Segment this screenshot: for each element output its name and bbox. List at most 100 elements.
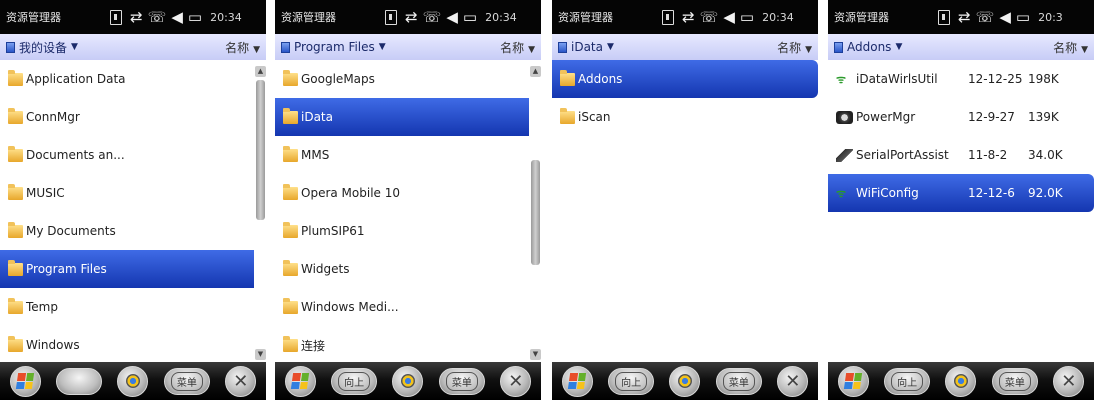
sort-menu[interactable]: 名称 ▼ (777, 39, 812, 56)
close-button[interactable]: ✕ (500, 365, 532, 397)
list-item[interactable]: MUSIC (0, 174, 266, 212)
current-folder[interactable]: Addons (847, 40, 891, 54)
current-folder[interactable]: Program Files (294, 40, 375, 54)
list-item[interactable]: Opera Mobile 10 (275, 174, 541, 212)
list-item[interactable]: ConnMgr (0, 98, 266, 136)
scroll-thumb[interactable] (256, 80, 265, 220)
up-button-disabled[interactable] (56, 367, 103, 395)
list-item[interactable]: GoogleMaps (275, 60, 541, 98)
chevron-down-icon: ▼ (528, 44, 535, 55)
camera-button[interactable] (945, 365, 977, 397)
close-button[interactable]: ✕ (1053, 365, 1085, 397)
chevron-down-icon[interactable]: ▼ (607, 42, 614, 52)
status-bar: 资源管理器 ⇄ ☏ ◀ ▭ 20:34 (0, 0, 266, 34)
file-size: 92.0K (1028, 186, 1063, 200)
folder-path-bar[interactable]: 我的设备 ▼ 名称 ▼ (0, 34, 266, 60)
list-item[interactable]: Documents an... (0, 136, 266, 174)
list-item-selected[interactable]: iData (275, 98, 541, 136)
file-date: 12-12-25 (968, 72, 1023, 86)
device-icon (6, 41, 15, 53)
clock[interactable]: 20:34 (485, 11, 517, 24)
start-button[interactable] (837, 365, 869, 397)
explorer-screen-addons: 资源管理器 ⇄ ☏ ◀ ▭ 20:3 Addons ▼ 名称 ▼ ᯤ iDataWi… (828, 0, 1094, 400)
scroll-up-icon[interactable]: ▲ (255, 66, 266, 77)
folder-icon (8, 69, 23, 86)
explorer-screen-program-files: 资源管理器 ⇄ ☏ ◀ ▭ 20:34 Program Files ▼ 名称 ▼ … (275, 0, 541, 400)
volume-icon: ◀ (446, 7, 458, 26)
list-item[interactable]: Application Data (0, 60, 266, 98)
chevron-down-icon[interactable]: ▼ (895, 42, 902, 52)
scroll-down-icon[interactable]: ▼ (255, 349, 266, 360)
scroll-down-icon[interactable]: ▼ (530, 349, 541, 360)
status-bar: 资源管理器 ⇄ ☏ ◀ ▭ 20:34 (552, 0, 818, 34)
scroll-thumb[interactable] (531, 160, 540, 265)
serial-app-icon (836, 148, 853, 162)
wifi-app-icon: ᯤ (836, 186, 847, 200)
list-item[interactable]: Widgets (275, 250, 541, 288)
clock[interactable]: 20:34 (762, 11, 794, 24)
list-item-selected[interactable]: Program Files (0, 250, 266, 288)
camera-button[interactable] (392, 365, 424, 397)
list-item-selected[interactable]: Addons (552, 60, 818, 98)
list-item[interactable]: 连接 (275, 326, 541, 364)
file-size: 139K (1028, 110, 1059, 124)
close-icon: ✕ (1061, 370, 1077, 392)
close-button[interactable]: ✕ (777, 365, 809, 397)
explorer-screen-my-device: 资源管理器 ⇄ ☏ ◀ ▭ 20:34 我的设备 ▼ 名称 ▼ Applicati… (0, 0, 266, 400)
start-button[interactable] (561, 365, 593, 397)
file-list: GoogleMaps iData MMS Opera Mobile 10 Plu… (275, 60, 541, 364)
list-item[interactable]: PowerMgr 12-9-27 139K (828, 98, 1094, 136)
list-item[interactable]: SerialPortAssist 11-8-2 34.0K (828, 136, 1094, 174)
list-item[interactable]: MMS (275, 136, 541, 174)
clock[interactable]: 20:34 (210, 11, 242, 24)
up-button[interactable]: 向上 (331, 367, 378, 395)
camera-button[interactable] (669, 365, 701, 397)
current-folder[interactable]: 我的设备 (19, 39, 67, 56)
scrollbar[interactable]: ▲ ▼ (529, 60, 541, 362)
folder-path-bar[interactable]: iData ▼ 名称 ▼ (552, 34, 818, 60)
up-button[interactable]: 向上 (608, 367, 655, 395)
explorer-screen-idata: 资源管理器 ⇄ ☏ ◀ ▭ 20:34 iData ▼ 名称 ▼ Addons i… (552, 0, 818, 400)
chevron-down-icon[interactable]: ▼ (71, 42, 78, 52)
sort-menu[interactable]: 名称 ▼ (1053, 39, 1088, 56)
folder-icon (283, 69, 298, 86)
current-folder[interactable]: iData (571, 40, 603, 54)
list-item[interactable]: Temp (0, 288, 266, 326)
sync-icon: ⇄ (682, 7, 695, 26)
folder-icon (283, 335, 298, 352)
clock[interactable]: 20:3 (1038, 11, 1063, 24)
menu-button[interactable]: 菜单 (991, 367, 1038, 395)
camera-icon (677, 374, 692, 388)
menu-button[interactable]: 菜单 (438, 367, 485, 395)
scrollbar[interactable]: ▲ ▼ (254, 60, 266, 362)
list-item[interactable]: Windows Medi... (275, 288, 541, 326)
sim-icon (938, 9, 950, 25)
start-button[interactable] (9, 365, 41, 397)
list-item[interactable]: iScan (552, 98, 818, 136)
menu-button[interactable]: 菜单 (163, 367, 210, 395)
close-icon: ✕ (785, 370, 801, 392)
folder-icon (8, 297, 23, 314)
folder-icon (8, 221, 23, 238)
battery-icon: ▭ (187, 7, 203, 26)
camera-button[interactable] (117, 365, 149, 397)
sort-menu[interactable]: 名称 ▼ (225, 39, 260, 56)
app-title: 资源管理器 (834, 11, 889, 24)
sim-icon (110, 9, 122, 25)
list-item[interactable]: PlumSIP61 (275, 212, 541, 250)
start-button[interactable] (284, 365, 316, 397)
chevron-down-icon[interactable]: ▼ (379, 42, 386, 52)
sync-icon: ⇄ (958, 7, 971, 26)
sort-menu[interactable]: 名称 ▼ (500, 39, 535, 56)
scroll-up-icon[interactable]: ▲ (530, 66, 541, 77)
list-item[interactable]: Windows (0, 326, 266, 364)
list-item-selected[interactable]: ᯤ WiFiConfig 12-12-6 92.0K (828, 174, 1094, 212)
folder-path-bar[interactable]: Addons ▼ 名称 ▼ (828, 34, 1094, 60)
folder-path-bar[interactable]: Program Files ▼ 名称 ▼ (275, 34, 541, 60)
menu-button[interactable]: 菜单 (715, 367, 762, 395)
up-button[interactable]: 向上 (884, 367, 931, 395)
list-item[interactable]: My Documents (0, 212, 266, 250)
wifi-app-icon: ᯤ (836, 72, 847, 86)
close-button[interactable]: ✕ (225, 365, 257, 397)
list-item[interactable]: ᯤ iDataWirlsUtil 12-12-25 198K (828, 60, 1094, 98)
